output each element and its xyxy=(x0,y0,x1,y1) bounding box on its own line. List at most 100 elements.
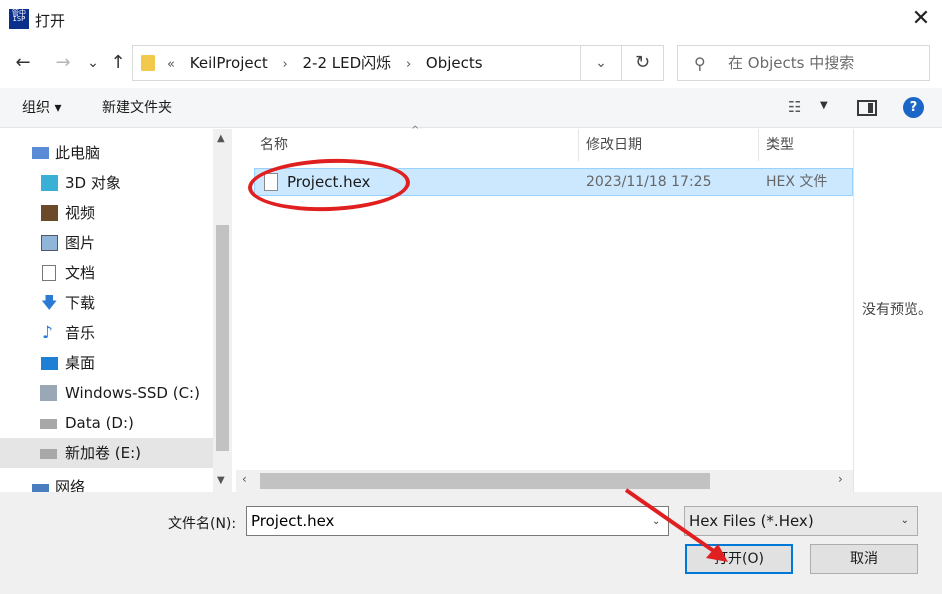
column-divider[interactable] xyxy=(758,129,759,161)
sidebar-item-label: Windows-SSD (C:) xyxy=(65,384,200,402)
breadcrumb-item[interactable]: Objects xyxy=(426,54,483,72)
sidebar-item-this-pc[interactable]: 此电脑 xyxy=(0,138,213,168)
sidebar-item-label: 音乐 xyxy=(65,324,96,342)
sidebar-item-drive-d[interactable]: Data (D:) xyxy=(0,408,213,438)
scroll-right-icon[interactable]: › xyxy=(838,472,843,486)
breadcrumb-overflow[interactable]: « xyxy=(167,57,175,72)
breadcrumb-item[interactable]: KeilProject xyxy=(190,54,268,72)
address-bar[interactable]: « KeilProject › 2-2 LED闪烁 › Objects xyxy=(132,45,622,81)
drive-icon xyxy=(40,449,57,459)
navigation-pane: 此电脑 3D 对象 视频 图片 文档 🡇 下载 ♪ 音乐 桌面 Windows-… xyxy=(0,129,232,492)
window-title: 打开 xyxy=(35,12,66,30)
network-icon xyxy=(32,484,49,492)
up-button[interactable]: ↑ xyxy=(105,50,131,76)
sidebar-item-label: 桌面 xyxy=(65,354,96,372)
file-name: Project.hex xyxy=(287,173,371,191)
column-header-date[interactable]: 修改日期 xyxy=(586,129,642,161)
horizontal-scrollbar[interactable]: ‹ › xyxy=(236,470,853,492)
video-icon xyxy=(41,205,58,221)
sidebar-item-pictures[interactable]: 图片 xyxy=(0,228,213,258)
cancel-button[interactable]: 取消 xyxy=(810,544,918,574)
sidebar-item-music[interactable]: ♪ 音乐 xyxy=(0,318,213,348)
drive-icon xyxy=(40,419,57,429)
dialog-footer: 文件名(N): ⌄ Hex Files (*.Hex) ⌄ 打开(O) 取消 xyxy=(0,492,942,594)
new-folder-button[interactable]: 新建文件夹 xyxy=(102,88,172,128)
filetype-select[interactable]: Hex Files (*.Hex) ⌄ xyxy=(684,506,918,536)
sidebar-item-label: 3D 对象 xyxy=(65,174,121,192)
file-list: ^ 名称 修改日期 类型 Project.hex 2023/11/18 17:2… xyxy=(236,125,853,492)
document-icon xyxy=(42,265,56,281)
chevron-down-icon[interactable]: ⌄ xyxy=(652,516,660,527)
file-date: 2023/11/18 17:25 xyxy=(586,174,712,190)
breadcrumb: « KeilProject › 2-2 LED闪烁 › Objects xyxy=(167,46,493,80)
forward-button[interactable]: → xyxy=(50,50,76,76)
download-icon: 🡇 xyxy=(41,293,58,312)
filename-field[interactable] xyxy=(246,506,669,536)
back-button[interactable]: ← xyxy=(10,50,36,76)
column-header-name[interactable]: 名称 xyxy=(260,129,288,161)
breadcrumb-item[interactable]: 2-2 LED闪烁 xyxy=(303,54,392,72)
scroll-up-icon[interactable]: ▲ xyxy=(217,133,225,144)
filename-label: 文件名(N): xyxy=(168,516,237,532)
chevron-right-icon: › xyxy=(405,57,412,72)
sidebar-item-label: 下载 xyxy=(65,294,96,312)
sidebar-item-label: Data (D:) xyxy=(65,414,134,432)
title-bar: 管中 ISP 打开 ✕ xyxy=(0,0,942,38)
recent-locations-button[interactable]: ⌄ xyxy=(80,50,106,76)
file-row[interactable]: Project.hex 2023/11/18 17:25 HEX 文件 xyxy=(254,168,853,196)
preview-pane: 没有预览。 xyxy=(853,129,942,492)
sidebar-scrollbar[interactable]: ▲ ▼ xyxy=(213,129,232,492)
organize-button[interactable]: 组织 ▾ xyxy=(22,88,61,128)
help-icon[interactable]: ? xyxy=(903,97,924,118)
refresh-button[interactable]: ↻ xyxy=(622,45,664,81)
sidebar-item-downloads[interactable]: 🡇 下载 xyxy=(0,288,213,318)
command-bar: 组织 ▾ 新建文件夹 ☷ ▼ ? xyxy=(0,88,942,128)
chevron-down-icon[interactable]: ▼ xyxy=(820,100,828,111)
chevron-down-icon: ⌄ xyxy=(900,515,909,526)
sidebar-item-videos[interactable]: 视频 xyxy=(0,198,213,228)
chevron-right-icon: › xyxy=(282,57,288,72)
column-divider[interactable] xyxy=(578,129,579,161)
app-icon-text-bottom: ISP xyxy=(12,15,26,23)
desktop-icon xyxy=(41,357,58,370)
search-icon: ⚲ xyxy=(694,54,706,73)
sidebar-item-desktop[interactable]: 桌面 xyxy=(0,348,213,378)
search-box[interactable]: ⚲ 在 Objects 中搜索 xyxy=(677,45,930,81)
picture-icon xyxy=(41,235,58,251)
sidebar-item-label: 新加卷 (E:) xyxy=(65,444,142,462)
sidebar-item-drive-c[interactable]: Windows-SSD (C:) xyxy=(0,378,213,408)
sort-ascending-icon: ^ xyxy=(411,125,420,136)
sidebar-item-network[interactable]: 网络 xyxy=(0,478,213,492)
scroll-left-icon[interactable]: ‹ xyxy=(242,472,247,486)
no-preview-text: 没有预览。 xyxy=(862,302,932,318)
navigation-bar: ← → ⌄ ↑ « KeilProject › 2-2 LED闪烁 › Obje… xyxy=(0,38,942,88)
address-dropdown-button[interactable]: ⌄ xyxy=(580,45,622,81)
sidebar-item-documents[interactable]: 文档 xyxy=(0,258,213,288)
preview-pane-icon[interactable] xyxy=(857,100,877,116)
view-options-icon[interactable]: ☷ xyxy=(788,98,801,116)
file-type: HEX 文件 xyxy=(766,174,828,190)
sidebar-item-label: 网络 xyxy=(55,478,86,492)
sidebar-item-label: 视频 xyxy=(65,204,96,222)
scroll-down-icon[interactable]: ▼ xyxy=(217,475,225,486)
close-button[interactable]: ✕ xyxy=(904,4,938,34)
app-icon: 管中 ISP xyxy=(9,9,29,29)
music-icon: ♪ xyxy=(42,323,53,343)
file-icon xyxy=(264,173,278,191)
column-header-type[interactable]: 类型 xyxy=(766,129,794,161)
filetype-value: Hex Files (*.Hex) xyxy=(689,512,814,530)
computer-icon xyxy=(32,147,49,159)
sidebar-item-drive-e[interactable]: 新加卷 (E:) xyxy=(0,438,213,468)
sidebar-item-3d-objects[interactable]: 3D 对象 xyxy=(0,168,213,198)
filename-input[interactable] xyxy=(247,507,668,535)
search-input[interactable]: 在 Objects 中搜索 xyxy=(728,46,854,80)
folder-icon xyxy=(141,55,155,71)
windows-drive-icon xyxy=(40,385,57,401)
scrollbar-thumb[interactable] xyxy=(216,225,229,451)
sidebar-item-label: 图片 xyxy=(65,234,96,252)
sidebar-item-label: 此电脑 xyxy=(55,144,101,162)
open-button[interactable]: 打开(O) xyxy=(685,544,793,574)
sidebar-item-label: 文档 xyxy=(65,264,96,282)
scrollbar-thumb[interactable] xyxy=(260,473,710,489)
cube-icon xyxy=(41,175,58,191)
